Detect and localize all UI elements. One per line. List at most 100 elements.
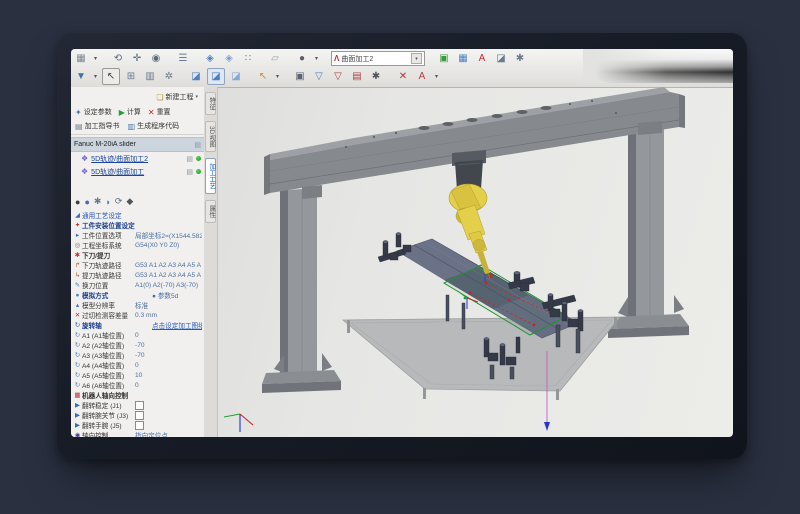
- property-row[interactable]: ↻ A1 (A1轴位置) 0: [71, 330, 204, 340]
- select-cursor-icon[interactable]: ↖: [102, 68, 120, 85]
- property-row[interactable]: ↻ A5 (A5轴位置) 10: [71, 370, 204, 380]
- property-row[interactable]: ✕ 过切检测容差量 0.3 mm: [71, 310, 204, 320]
- property-value[interactable]: G54(X0 Y0 Z0): [135, 242, 202, 249]
- save-export-icon[interactable]: ▼: [73, 69, 89, 84]
- viewport-3d[interactable]: [218, 87, 733, 437]
- set-parameters-button[interactable]: ✦ 设定参数: [75, 107, 112, 117]
- point-cloud-icon[interactable]: ∷: [240, 51, 256, 66]
- property-value[interactable]: G53 A1 A2 A3 A4 A5 A: [135, 272, 202, 279]
- toolpath-surface-active-icon[interactable]: ◪: [207, 68, 225, 85]
- gem-icon[interactable]: ◆: [126, 196, 133, 207]
- split-view-icon[interactable]: ⊞: [123, 69, 139, 84]
- property-row[interactable]: ↻ A3 (A3轴位置) -70: [71, 350, 204, 360]
- property-row[interactable]: ↳ 提刀轨迹路径 G53 A1 A2 A3 A4 A5 A: [71, 270, 204, 280]
- property-value[interactable]: 0: [135, 382, 202, 389]
- surface-blob-icon[interactable]: ◗: [105, 197, 110, 207]
- property-row[interactable]: ◢ 通用工艺设定: [71, 210, 204, 220]
- side-tab[interactable]: 加工工艺: [205, 158, 216, 194]
- work-instruction-button[interactable]: ▤ 加工指导书: [75, 121, 120, 131]
- property-value[interactable]: 标准: [135, 300, 202, 310]
- dropdown-caret[interactable]: ▾: [274, 69, 281, 84]
- property-value[interactable]: 局部坐标2=(X1544.582: [135, 230, 202, 240]
- surface-gem2-icon[interactable]: ◈: [221, 51, 237, 66]
- checkbox[interactable]: [135, 401, 144, 410]
- blue-sphere-icon[interactable]: ●: [84, 197, 89, 207]
- assembly-tree-icon[interactable]: ☰: [175, 51, 191, 66]
- generate-code-button[interactable]: ▥ 生成程序代码: [128, 121, 180, 131]
- property-row[interactable]: ▶ 翻转手腕 (J5): [71, 420, 204, 430]
- post-doc-icon[interactable]: A: [414, 69, 430, 84]
- property-row[interactable]: ↻ A4 (A4轴位置) 0: [71, 360, 204, 370]
- screenshot-icon[interactable]: ▦: [455, 51, 471, 66]
- tree-item-operation[interactable]: ❖ 5D轨迹/曲面加工 ▤: [71, 165, 204, 178]
- dropdown-caret[interactable]: ▾: [313, 51, 320, 66]
- property-row[interactable]: ▦ 机器人轴向控制: [71, 390, 204, 400]
- notebook-icon[interactable]: ▥: [142, 69, 158, 84]
- property-row[interactable]: ▶ 翻转稳定 (J1): [71, 400, 204, 410]
- toolpath-surface-icon[interactable]: ◪: [188, 69, 204, 84]
- property-row[interactable]: ✱ 下刀/提刀: [71, 250, 204, 260]
- tree-root-robot[interactable]: Fanuc M-20iA slider ▤: [71, 137, 204, 152]
- reset-button[interactable]: ✕ 重置: [148, 107, 171, 117]
- pdf-export-icon[interactable]: A: [474, 51, 490, 66]
- property-row[interactable]: ↱ 下刀轨迹路径 G53 A1 A2 A3 A4 A5 A: [71, 260, 204, 270]
- surface-gem-icon[interactable]: ◈: [202, 51, 218, 66]
- side-tab[interactable]: 3D视图: [205, 121, 216, 152]
- property-row[interactable]: ✎ 换刀位置 A1(0) A2(-70) A3(-70): [71, 280, 204, 290]
- swirl-icon[interactable]: ⟳: [115, 196, 123, 207]
- property-row[interactable]: ▴ 模型分辨率 标准: [71, 300, 204, 310]
- filter-icon[interactable]: ▽: [311, 69, 327, 84]
- property-value[interactable]: ● 参数5d: [152, 290, 202, 300]
- property-row[interactable]: ▶ 翻转腕关节 (J3): [71, 410, 204, 420]
- property-value[interactable]: -70: [135, 342, 202, 349]
- dark-sphere-icon[interactable]: ●: [75, 197, 80, 207]
- dropdown-caret[interactable]: ▾: [92, 69, 99, 84]
- zoom-icon[interactable]: ◉: [148, 51, 164, 66]
- render-icon[interactable]: ▣: [436, 51, 452, 66]
- orbit-icon[interactable]: ⟲: [110, 51, 126, 66]
- tree-item-operation[interactable]: ❖ 5D轨迹/曲面加工2 ▤: [71, 152, 204, 165]
- property-row[interactable]: ▸ 工件位置选项 局部坐标2=(X1544.582: [71, 230, 204, 240]
- calculate-button[interactable]: ▶ 计算: [119, 107, 141, 117]
- property-value[interactable]: G53 A1 A2 A3 A4 A5 A: [135, 262, 202, 269]
- side-tab[interactable]: 属性: [205, 200, 216, 223]
- checkbox[interactable]: [135, 411, 144, 420]
- pick-cursor-icon[interactable]: ↖: [255, 69, 271, 84]
- property-row[interactable]: ✦ 工件安装位置设定: [71, 220, 204, 230]
- property-value[interactable]: A1(0) A2(-70) A3(-70): [135, 282, 202, 289]
- property-value[interactable]: -70: [135, 352, 202, 359]
- property-row[interactable]: ↻ A6 (A6轴位置) 0: [71, 380, 204, 390]
- property-row[interactable]: ↻ 旋转轴 点击设定加工图纸刀尖点: [71, 320, 204, 330]
- property-value[interactable]: 指向定位点: [135, 430, 202, 437]
- property-row[interactable]: ◉ 轴向控制 指向定位点: [71, 430, 204, 437]
- property-value[interactable]: 0.3 mm: [135, 312, 202, 319]
- settings-icon[interactable]: ✱: [512, 51, 528, 66]
- property-value[interactable]: 0: [135, 332, 202, 339]
- program-table-icon[interactable]: ▤: [349, 69, 365, 84]
- combo-dropdown-button[interactable]: ▾: [411, 53, 422, 64]
- toolpath-surface3-icon[interactable]: ◪: [228, 69, 244, 84]
- new-project-button[interactable]: ❏ 新建工程 ▾: [71, 87, 204, 104]
- property-row[interactable]: ● 模拟方式 ● 参数5d: [71, 290, 204, 300]
- drawing-icon[interactable]: ◪: [493, 51, 509, 66]
- active-operation-combo[interactable]: Λ 曲面加工2 ▾: [331, 51, 425, 66]
- property-value[interactable]: 点击设定加工图纸刀尖点: [152, 320, 202, 330]
- dropdown-caret[interactable]: ▾: [433, 69, 440, 84]
- property-row[interactable]: ◎ 工程坐标系统 G54(X0 Y0 Z0): [71, 240, 204, 250]
- plane-icon[interactable]: ▱: [267, 51, 283, 66]
- side-tab[interactable]: 特征: [205, 92, 216, 115]
- property-value[interactable]: 10: [135, 372, 202, 379]
- property-row[interactable]: ↻ A2 (A2轴位置) -70: [71, 340, 204, 350]
- machine-setup-icon[interactable]: ✱: [368, 69, 384, 84]
- delete-path-icon[interactable]: ✕: [395, 69, 411, 84]
- pan-icon[interactable]: ✛: [129, 51, 145, 66]
- sheet-format-icon[interactable]: ▦: [73, 51, 89, 66]
- gear-icon[interactable]: ✱: [94, 196, 102, 207]
- sphere-icon[interactable]: ●: [294, 51, 310, 66]
- gears-icon[interactable]: ✲: [161, 69, 177, 84]
- property-value[interactable]: 0: [135, 362, 202, 369]
- simulation-view-icon[interactable]: ▣: [292, 69, 308, 84]
- checkbox[interactable]: [135, 421, 144, 430]
- dropdown-caret[interactable]: ▾: [92, 51, 99, 66]
- filter-red-icon[interactable]: ▽: [330, 69, 346, 84]
